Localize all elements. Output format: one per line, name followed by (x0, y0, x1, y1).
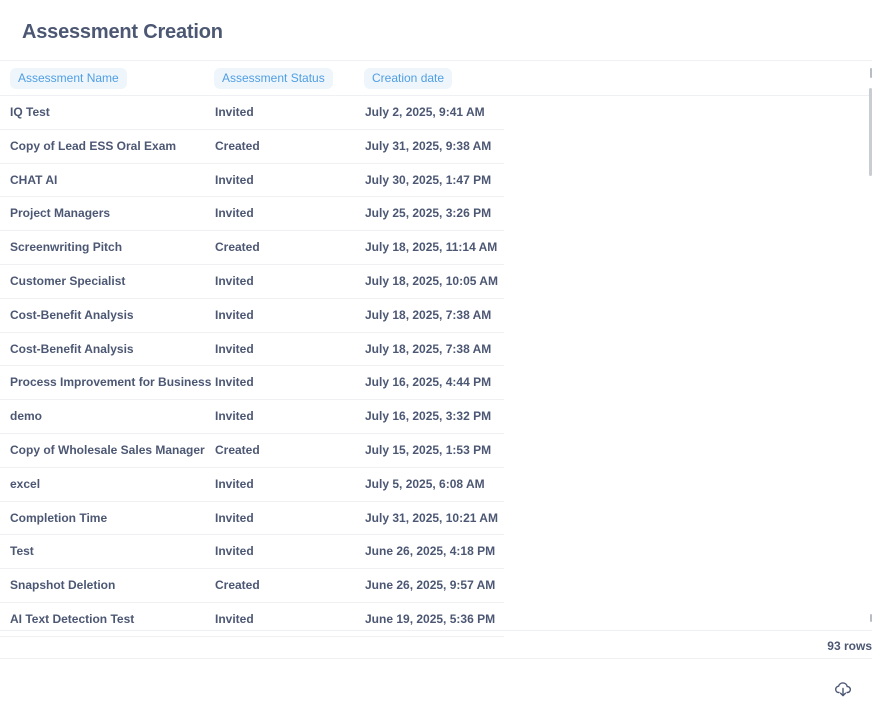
creation-date-cell: July 16, 2025, 4:44 PM (365, 375, 492, 390)
column-header-creation-date[interactable]: Creation date (364, 68, 453, 89)
assessment-name-cell: AI Text Detection Test (10, 611, 135, 626)
creation-date-cell: July 5, 2025, 6:08 AM (365, 476, 485, 491)
assessment-status-cell: Invited (215, 544, 254, 559)
creation-date-cell: June 26, 2025, 4:18 PM (365, 544, 496, 559)
creation-date-cell: July 18, 2025, 10:05 AM (365, 273, 498, 288)
table-row[interactable]: Project Managers Invited July 25, 2025, 3:… (0, 197, 504, 232)
table-row[interactable]: Screenwriting Pitch Created July 18, 2025,… (0, 231, 504, 265)
assessment-status-cell: Invited (215, 510, 254, 525)
assessment-status-cell: Invited (215, 476, 254, 491)
assessment-status-cell: Invited (215, 273, 254, 288)
creation-date-cell: June 26, 2025, 9:57 AM (365, 578, 496, 593)
table-row[interactable]: Completion Time Invited July 31, 2025, 10:… (0, 502, 504, 536)
assessment-name-cell: IQ Test (10, 105, 50, 119)
creation-date-cell: July 2, 2025, 9:41 AM (365, 105, 485, 119)
assessment-name-cell: Project Managers (10, 206, 111, 221)
table-row[interactable]: Test Invited June 26, 2025, 4:18 PM (0, 535, 504, 570)
creation-date-cell: July 31, 2025, 10:21 AM (365, 510, 498, 525)
table-row[interactable]: IQ Test Invited July 2, 2025, 9:41 AM (0, 96, 504, 130)
creation-date-cell: July 18, 2025, 11:14 AM (365, 240, 498, 255)
table-row[interactable]: Snapshot Deletion Created June 26, 2025, 9… (0, 569, 504, 603)
assessment-status-cell: Invited (215, 611, 254, 626)
cloud-download-icon[interactable] (834, 681, 852, 697)
creation-date-cell: July 18, 2025, 7:38 AM (365, 341, 492, 356)
assessment-status-cell: Invited (215, 307, 254, 322)
assessment-name-cell: Customer Specialist (10, 273, 126, 288)
table-row[interactable]: demo Invited July 16, 2025, 3:32 PM (0, 400, 504, 434)
assessment-name-cell: Test (10, 544, 34, 559)
table-footer: 93 rows (0, 630, 872, 659)
creation-date-cell: July 16, 2025, 3:32 PM (365, 409, 492, 424)
table-row[interactable]: CHAT AI Invited July 30, 2025, 1:47 PM (0, 164, 504, 198)
assessment-status-cell: Created (215, 240, 260, 255)
table-row[interactable]: excel Invited July 5, 2025, 6:08 AM (0, 468, 504, 502)
table-row[interactable]: Process Improvement for Business Invited J… (0, 366, 504, 401)
assessment-status-cell: Created (215, 138, 260, 153)
row-count: 93 rows (827, 639, 872, 653)
assessment-status-cell: Created (215, 578, 260, 593)
assessment-name-cell: Cost-Benefit Analysis (10, 341, 134, 356)
table-row[interactable]: Copy of Wholesale Sales Manager Created Ju… (0, 434, 504, 468)
assessment-name-cell: excel (10, 476, 41, 491)
vertical-scrollbar[interactable] (868, 68, 872, 623)
table-header: Assessment Name Assessment Status Creati… (0, 61, 872, 96)
page-header: Assessment Creation (0, 0, 872, 61)
column-header-assessment-name[interactable]: Assessment Name (10, 68, 127, 89)
creation-date-cell: July 18, 2025, 7:38 AM (365, 307, 492, 322)
creation-date-cell: July 25, 2025, 3:26 PM (365, 206, 492, 221)
assessment-name-cell: Copy of Wholesale Sales Manager (10, 442, 205, 457)
creation-date-cell: June 19, 2025, 5:36 PM (365, 611, 496, 626)
assessment-status-cell: Invited (215, 172, 254, 187)
assessment-status-cell: Invited (215, 375, 254, 390)
creation-date-cell: July 31, 2025, 9:38 AM (365, 138, 492, 153)
assessment-name-cell: Completion Time (10, 510, 108, 525)
table-body: IQ Test Invited July 2, 2025, 9:41 AM Copy … (0, 96, 504, 637)
assessment-status-cell: Invited (215, 206, 254, 221)
assessment-name-cell: Copy of Lead ESS Oral Exam (10, 138, 177, 153)
assessment-name-cell: demo (10, 409, 43, 424)
assessment-name-cell: Snapshot Deletion (10, 578, 116, 593)
assessment-name-cell: Screenwriting Pitch (10, 240, 123, 255)
column-header-assessment-status[interactable]: Assessment Status (214, 68, 333, 89)
creation-date-cell: July 15, 2025, 1:53 PM (365, 442, 492, 457)
creation-date-cell: July 30, 2025, 1:47 PM (365, 172, 492, 187)
table-row[interactable]: Cost-Benefit Analysis Invited July 18, 202… (0, 299, 504, 333)
table-row[interactable]: Cost-Benefit Analysis Invited July 18, 202… (0, 333, 504, 367)
table-row[interactable]: Copy of Lead ESS Oral Exam Created July 31… (0, 130, 504, 164)
table-row[interactable]: Customer Specialist Invited July 18, 2025,… (0, 265, 504, 299)
assessment-status-cell: Invited (215, 105, 254, 119)
assessment-status-cell: Invited (215, 409, 254, 424)
assessment-name-cell: CHAT AI (10, 172, 58, 187)
assessment-status-cell: Created (215, 442, 260, 457)
page-title: Assessment Creation (22, 21, 223, 43)
assessment-name-cell: Cost-Benefit Analysis (10, 307, 134, 322)
assessment-status-cell: Invited (215, 341, 254, 356)
assessment-name-cell: Process Improvement for Business (10, 375, 212, 390)
